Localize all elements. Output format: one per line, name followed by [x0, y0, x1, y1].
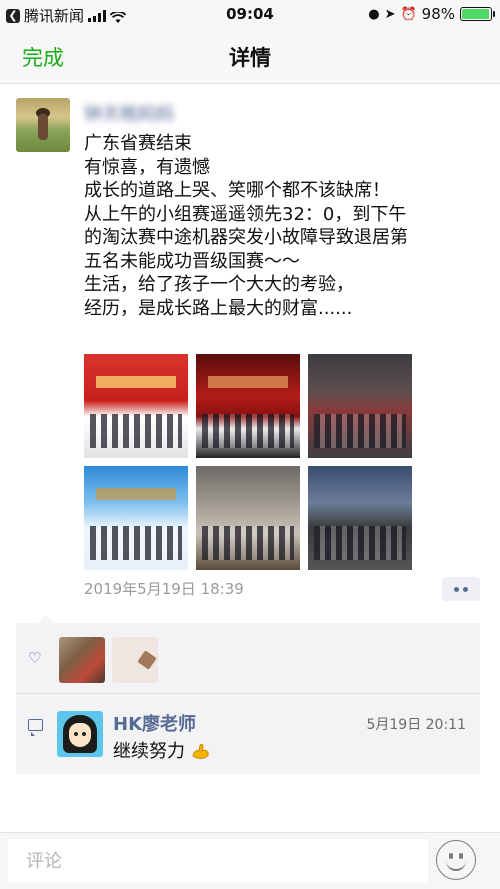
battery-percent: 98%: [421, 5, 455, 23]
comment-bar: [0, 832, 500, 889]
post-line: 经历，是成长路上最大的财富......: [84, 297, 353, 319]
commenter-avatar[interactable]: [57, 711, 103, 757]
comment-input[interactable]: [8, 839, 428, 883]
divider: [16, 693, 480, 694]
comment-date: 5月19日 20:11: [366, 717, 466, 733]
flexed-biceps-icon: [191, 742, 211, 760]
author-name[interactable]: 钟天皓妈妈: [84, 100, 174, 126]
post-line: 有惊喜，有遗憾: [84, 156, 210, 178]
status-right: ● ➤ ⏰ 98%: [368, 5, 495, 23]
status-bar: ❮ 腾讯新闻 09:04 ● ➤ ⏰ 98%: [0, 0, 500, 28]
post-timestamp: 2019年5月19日 18:39: [84, 580, 244, 598]
post-line: 广东省赛结束: [84, 133, 192, 154]
post-line: 五名未能成功晋级国赛～～: [84, 250, 300, 272]
alarm-icon: ⏰: [400, 6, 417, 22]
commenter-name[interactable]: HK廖老师: [113, 710, 196, 736]
post-line: 生活，给了孩子一个大大的考验，: [84, 274, 354, 295]
post-line: 的淘汰赛中途机器突发小故障导致退居第: [84, 227, 408, 248]
more-actions-button[interactable]: [442, 577, 480, 601]
location-icon: ➤: [384, 6, 396, 22]
page-title: 详情: [229, 46, 271, 70]
lock-rotation-icon: ●: [368, 6, 380, 22]
liker-avatar[interactable]: [59, 637, 105, 683]
heart-icon: ♡: [28, 649, 42, 667]
photo-competition-venue[interactable]: [308, 466, 412, 570]
photo-group-stage[interactable]: [84, 354, 188, 458]
liker-avatar[interactable]: [112, 637, 158, 683]
photo-robot-testing[interactable]: [196, 466, 300, 570]
nav-bar: 完成 详情: [0, 28, 500, 84]
comment-body: 继续努力: [113, 741, 185, 762]
battery-icon: [460, 7, 495, 21]
post-text: 广东省赛结束 有惊喜，有遗憾 成长的道路上哭、笑哪个都不该缺席！ 从上午的小组赛…: [84, 132, 484, 320]
likes-comments-panel: ♡ HK廖老师 5月19日 20:11 继续努力: [16, 615, 480, 774]
photo-team-banner[interactable]: [84, 466, 188, 570]
post-line: 成长的道路上哭、笑哪个都不该缺席！: [84, 180, 390, 201]
comment-text[interactable]: 继续努力: [113, 737, 211, 763]
photo-competition-hall[interactable]: [308, 354, 412, 458]
photo-grid: [84, 354, 412, 570]
emoji-button[interactable]: [436, 840, 476, 880]
post-line: 从上午的小组赛遥遥领先32：0，到下午: [84, 203, 407, 225]
author-avatar[interactable]: [16, 98, 70, 152]
done-button[interactable]: 完成: [22, 42, 64, 72]
photo-award-ceremony[interactable]: [196, 354, 300, 458]
comment-icon: [28, 719, 43, 736]
